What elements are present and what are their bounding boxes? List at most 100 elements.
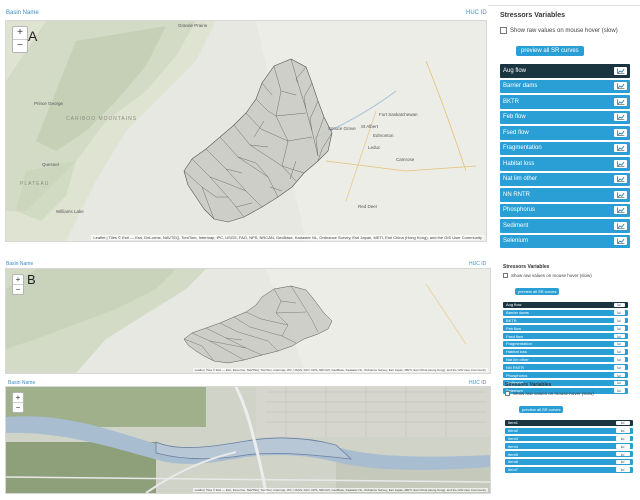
line-chart-icon[interactable] — [616, 467, 630, 472]
preview-all-curves-button[interactable]: preview all SR curves — [515, 288, 560, 295]
line-chart-icon[interactable] — [616, 451, 630, 457]
stressor-item[interactable]: BKTR — [503, 317, 628, 324]
stressor-item[interactable]: Item5 — [505, 451, 633, 457]
line-chart-icon[interactable] — [614, 326, 625, 331]
place-label: Williams Lake — [56, 209, 84, 214]
line-chart-icon[interactable] — [614, 333, 625, 339]
map-a-zoom-control[interactable]: + − — [12, 26, 28, 53]
line-chart-icon[interactable] — [614, 190, 627, 199]
line-chart-icon[interactable] — [614, 206, 627, 215]
stressor-item[interactable]: NN RNTR — [500, 188, 630, 202]
stressor-item[interactable]: Item2 — [505, 427, 633, 434]
stressor-item[interactable]: Barrier dams — [503, 309, 628, 316]
panel-label-b: B — [27, 272, 36, 287]
place-label: Grande Prairie — [178, 23, 208, 28]
stressor-item[interactable]: Item3 — [505, 435, 633, 442]
line-chart-icon[interactable] — [614, 66, 627, 75]
line-chart-icon[interactable] — [616, 436, 630, 441]
stressor-item[interactable]: Sediment — [500, 219, 630, 233]
stressor-label: Item1 — [508, 420, 519, 426]
stressor-label: Item7 — [508, 467, 519, 473]
stressor-label: Item5 — [508, 451, 519, 457]
line-chart-icon[interactable] — [614, 175, 627, 184]
stressor-item[interactable]: Nat lim other — [503, 356, 628, 363]
stressor-label: Aug flow — [503, 67, 527, 74]
zoom-in-button[interactable]: + — [13, 393, 23, 402]
map-attribution: Leaflet | Tiles © Esri — Esri, DeLorme, … — [192, 488, 488, 492]
map-c-zoom-control[interactable]: + − — [12, 392, 24, 413]
line-chart-icon[interactable] — [614, 365, 625, 370]
raw-values-label: Show raw values on mouse hover (slow) — [513, 391, 594, 396]
line-chart-icon[interactable] — [614, 113, 627, 122]
map-attribution: Leaflet | Tiles © Esri — Esri, DeLorme, … — [91, 235, 484, 240]
line-chart-icon[interactable] — [614, 159, 627, 168]
stressor-item[interactable]: Fsed flow — [500, 126, 630, 140]
stressor-item[interactable]: Habitat loss — [500, 157, 630, 171]
stressor-label: BKTR — [506, 317, 517, 323]
raw-values-checkbox[interactable] — [503, 273, 508, 278]
zoom-out-button[interactable]: − — [13, 39, 27, 52]
stressor-label: Nat lim other — [506, 356, 529, 362]
map-b[interactable]: + − Leaflet | Tiles © Esri — Esri, DeLor… — [5, 268, 491, 374]
stressor-item[interactable]: Fsed flow — [503, 333, 628, 339]
zoom-in-button[interactable]: + — [13, 27, 27, 39]
stressor-item[interactable]: Item4 — [505, 443, 633, 450]
line-chart-icon[interactable] — [614, 318, 625, 323]
map-b-zoom-control[interactable]: + − — [12, 274, 24, 295]
line-chart-icon[interactable] — [614, 144, 627, 153]
stressor-item[interactable]: Barrier dams — [500, 79, 630, 93]
raw-values-checkbox[interactable] — [500, 27, 507, 34]
sidebar-title: Stressors Variables — [503, 264, 550, 270]
zoom-out-button[interactable]: − — [13, 402, 23, 412]
preview-all-curves-button[interactable]: preview all SR curves — [519, 406, 564, 413]
stressor-item[interactable]: Item1 — [505, 420, 633, 426]
stressor-item[interactable]: Selenium — [500, 234, 630, 248]
stressor-item[interactable]: Aug flow — [503, 302, 628, 308]
stressor-item[interactable]: Fragmentation — [503, 340, 628, 347]
zoom-in-button[interactable]: + — [13, 275, 23, 284]
watershed-polygons[interactable] — [6, 269, 490, 373]
raw-values-option[interactable]: Show raw values on mouse hover (slow) — [500, 27, 630, 34]
line-chart-icon[interactable] — [616, 459, 630, 465]
line-chart-icon[interactable] — [614, 97, 627, 106]
stressor-item[interactable]: Aug flow — [500, 64, 630, 78]
stressor-item[interactable]: Item7 — [505, 466, 633, 473]
stressor-label: Nat lim other — [503, 176, 538, 183]
stressor-item[interactable]: Phosphorus — [503, 372, 628, 378]
line-chart-icon[interactable] — [614, 310, 625, 315]
watershed-polygons[interactable] — [6, 21, 486, 241]
stressor-item[interactable]: BKTR — [500, 95, 630, 109]
line-chart-icon[interactable] — [616, 420, 630, 426]
huc-id-label: HUC ID — [466, 10, 487, 16]
line-chart-icon[interactable] — [614, 221, 627, 230]
map-c[interactable]: + − Leaflet | Tiles © Esri — Esri, DeLor… — [5, 386, 491, 494]
raw-values-option[interactable]: Show raw values on mouse hover (slow) — [503, 273, 628, 278]
stressor-label: NN RNTR — [506, 364, 524, 370]
stressor-item[interactable]: Feb flow — [500, 110, 630, 124]
raw-values-checkbox[interactable] — [505, 391, 510, 396]
stressor-label: Sediment — [503, 222, 529, 229]
raw-values-option[interactable]: Show raw values on mouse hover (slow) — [505, 391, 633, 396]
map-attribution: Leaflet | Tiles © Esri — Esri, DeLorme, … — [192, 368, 488, 372]
line-chart-icon[interactable] — [614, 237, 627, 246]
stressor-item[interactable]: Nat lim other — [500, 172, 630, 186]
stressor-item[interactable]: Item6 — [505, 458, 633, 465]
line-chart-icon[interactable] — [614, 341, 625, 347]
preview-all-curves-button[interactable]: preview all SR curves — [516, 46, 584, 56]
map-a[interactable]: + − Grande Prairie Prince George Quesnel… — [5, 20, 487, 242]
line-chart-icon[interactable] — [614, 372, 625, 378]
zoom-out-button[interactable]: − — [13, 284, 23, 294]
line-chart-icon[interactable] — [614, 302, 625, 308]
stressor-item[interactable]: Fragmentation — [500, 141, 630, 155]
stressor-item[interactable]: Habitat loss — [503, 348, 628, 355]
line-chart-icon[interactable] — [614, 357, 625, 362]
line-chart-icon[interactable] — [614, 128, 627, 137]
line-chart-icon[interactable] — [616, 428, 630, 433]
line-chart-icon[interactable] — [614, 349, 625, 354]
stressor-item[interactable]: Feb flow — [503, 325, 628, 332]
stressor-item[interactable]: Phosphorus — [500, 203, 630, 217]
line-chart-icon[interactable] — [616, 444, 630, 449]
line-chart-icon[interactable] — [614, 82, 627, 91]
stressor-label: Fsed flow — [506, 333, 524, 339]
stressor-item[interactable]: NN RNTR — [503, 364, 628, 371]
